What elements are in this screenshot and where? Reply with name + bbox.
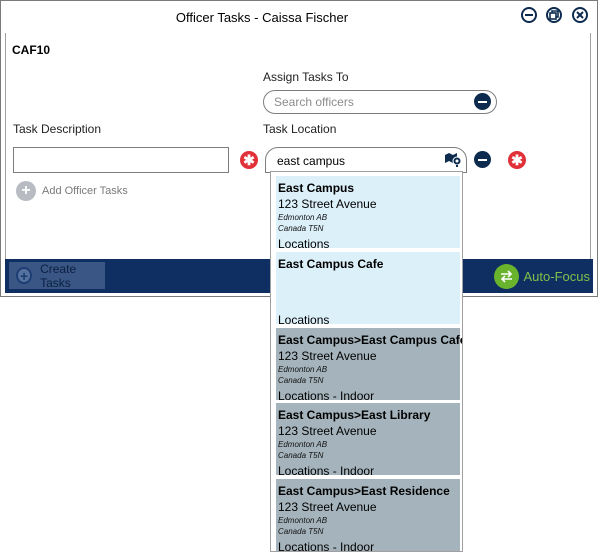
- task-description-input[interactable]: [13, 147, 229, 173]
- location-category: Locations - Indoor: [278, 464, 375, 478]
- map-pin-icon[interactable]: [444, 152, 462, 168]
- restore-icon[interactable]: [546, 7, 562, 23]
- task-location-box: [265, 147, 467, 173]
- location-category: Locations: [278, 313, 330, 327]
- location-name: East Campus>East Campus Cafe: [278, 333, 463, 347]
- plus-icon: +: [16, 181, 36, 201]
- auto-focus-label: Auto-Focus: [523, 269, 590, 284]
- location-country: Canada T5N: [278, 451, 324, 460]
- location-country: Canada T5N: [278, 376, 324, 385]
- assign-tasks-label: Assign Tasks To: [263, 70, 349, 84]
- auto-focus-button[interactable]: Auto-Focus: [493, 264, 590, 289]
- location-suggestions-dropdown: East Campus 123 Street Avenue Edmonton A…: [270, 171, 463, 552]
- location-category: Locations - Indoor: [278, 540, 375, 552]
- location-option[interactable]: East Campus 123 Street Avenue Edmonton A…: [276, 176, 460, 251]
- officer-search-box: [263, 90, 497, 114]
- location-city: Edmonton AB: [278, 440, 328, 449]
- swap-arrows-icon: [493, 264, 519, 289]
- location-name: East Campus Cafe: [278, 257, 384, 271]
- plus-icon: +: [16, 267, 33, 284]
- location-country: Canada T5N: [278, 224, 324, 233]
- minus-circle-icon[interactable]: [474, 151, 491, 168]
- task-description-label: Task Description: [13, 122, 102, 136]
- task-location-input[interactable]: [277, 153, 427, 169]
- task-location-label: Task Location: [263, 122, 337, 136]
- location-name: East Campus>East Library: [278, 408, 431, 422]
- create-tasks-button[interactable]: + Create Tasks: [9, 261, 105, 290]
- location-city: Edmonton AB: [278, 213, 328, 222]
- location-country: Canada T5N: [278, 527, 324, 536]
- officer-code: CAF10: [12, 43, 51, 57]
- title-bar: Officer Tasks - Caissa Fischer: [1, 1, 597, 33]
- close-icon[interactable]: [572, 7, 588, 23]
- add-officer-tasks-button[interactable]: + Add Officer Tasks: [16, 181, 128, 201]
- location-category: Locations: [278, 237, 330, 251]
- location-option[interactable]: East Campus Cafe Locations: [276, 252, 460, 327]
- location-option[interactable]: East Campus>East Library 123 Street Aven…: [276, 403, 460, 478]
- location-city: Edmonton AB: [278, 365, 328, 374]
- officer-search-input[interactable]: [274, 94, 464, 110]
- create-tasks-label: Create Tasks: [40, 261, 77, 290]
- location-address: 123 Street Avenue: [278, 424, 377, 438]
- add-officer-tasks-label: Add Officer Tasks: [42, 185, 128, 197]
- minimize-icon[interactable]: [521, 7, 537, 23]
- location-address: 123 Street Avenue: [278, 500, 377, 514]
- remove-icon[interactable]: ✱: [240, 151, 258, 169]
- location-address: 123 Street Avenue: [278, 349, 377, 363]
- minus-circle-icon[interactable]: [474, 93, 491, 110]
- location-city: Edmonton AB: [278, 516, 328, 525]
- window-title: Officer Tasks - Caissa Fischer: [175, 10, 349, 25]
- location-category: Locations - Indoor: [278, 389, 375, 403]
- location-option[interactable]: East Campus>East Campus Cafe 123 Street …: [276, 328, 463, 403]
- location-option[interactable]: East Campus>East Residence 123 Street Av…: [276, 479, 460, 551]
- location-address: 123 Street Avenue: [278, 197, 377, 211]
- location-name: East Campus>East Residence: [278, 484, 450, 498]
- location-name: East Campus: [278, 181, 355, 195]
- remove-icon[interactable]: ✱: [508, 151, 526, 169]
